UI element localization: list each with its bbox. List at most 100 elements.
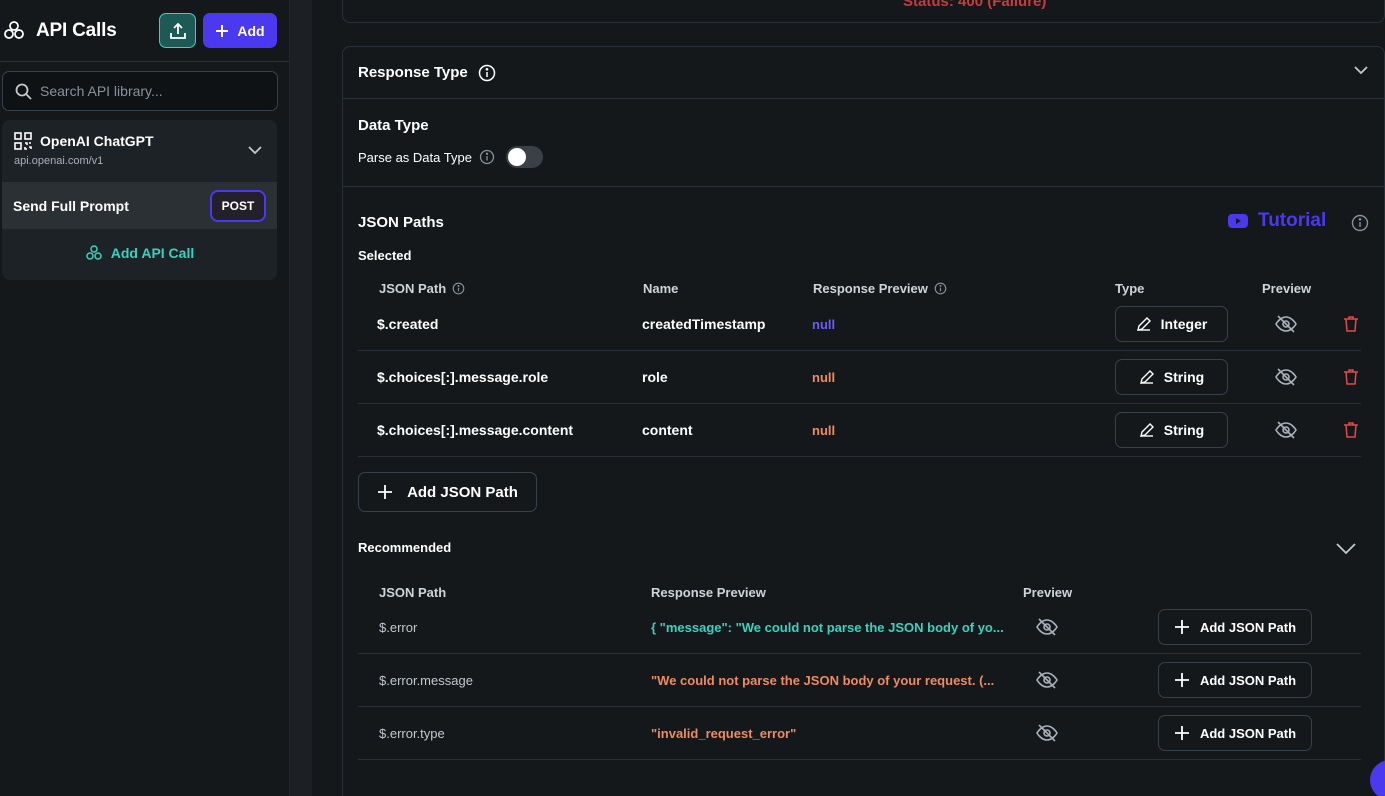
tutorial-label: Tutorial (1258, 210, 1327, 231)
rec-json-path: $.error (379, 620, 418, 635)
main-panel: Status: 400 (Failure) Response Type Data… (312, 0, 1385, 796)
panel-divider[interactable] (290, 0, 312, 796)
json-paths-title: JSON Paths (358, 214, 444, 231)
info-icon[interactable] (1351, 214, 1369, 237)
rec-header-json-path: JSON Path (379, 585, 447, 600)
selected-label: Selected (358, 248, 412, 263)
add-json-path-label: Add JSON Path (407, 483, 518, 501)
row-divider (358, 456, 1361, 457)
eye-off-icon[interactable] (1275, 420, 1297, 445)
add-api-call-label: Add API Call (110, 245, 195, 261)
type-label: Integer (1160, 316, 1208, 332)
add-json-path-label: Add JSON Path (1199, 672, 1297, 688)
data-type-section: Data Type Parse as Data Type (343, 99, 1384, 187)
add-api-call-icon (86, 245, 102, 260)
rec-response-preview: "We could not parse the JSON body of you… (651, 673, 995, 688)
sidebar-header: API Calls Add (0, 0, 289, 62)
response-panel: Response Type Data Type Parse as Data Ty… (342, 46, 1385, 796)
add-api-call-button[interactable]: Add API Call (2, 229, 277, 277)
row-divider (358, 759, 1361, 760)
chevron-down-icon[interactable] (1353, 62, 1369, 83)
upload-icon (169, 22, 186, 39)
plus-icon (378, 485, 393, 499)
api-library-header[interactable]: OpenAI ChatGPT api.openai.com/v1 (2, 120, 277, 182)
type-button[interactable]: String (1115, 412, 1228, 448)
add-json-path-button[interactable]: Add JSON Path (1158, 609, 1312, 645)
add-button[interactable]: Add (203, 13, 277, 48)
header-preview: Preview (1262, 281, 1312, 296)
eye-off-icon[interactable] (1036, 617, 1058, 642)
parse-as-data-type-toggle[interactable] (505, 146, 543, 168)
chevron-down-icon[interactable] (247, 142, 263, 163)
add-json-path-button[interactable]: Add JSON Path (358, 472, 537, 512)
add-json-path-label: Add JSON Path (1199, 619, 1297, 635)
plus-icon (216, 24, 229, 37)
response-status: Status: 400 (Failure) (903, 0, 1047, 10)
json-path-value: $.created (377, 316, 439, 332)
parse-as-data-type-label: Parse as Data Type (358, 149, 472, 165)
response-type-header[interactable]: Response Type (343, 47, 1384, 99)
rec-response-preview: "invalid_request_error" (651, 726, 797, 741)
method-badge: POST (210, 189, 266, 222)
api-library-name: OpenAI ChatGPT (40, 133, 154, 149)
rec-header-preview: Preview (1023, 585, 1073, 600)
type-button[interactable]: Integer (1115, 306, 1228, 342)
type-label: String (1163, 422, 1205, 438)
row-divider (358, 403, 1361, 404)
eye-off-icon[interactable] (1275, 314, 1297, 339)
sidebar-title: API Calls (36, 19, 117, 41)
json-path-value: $.choices[:].message.content (377, 422, 574, 438)
info-icon[interactable] (478, 64, 496, 82)
add-json-path-label: Add JSON Path (1199, 725, 1297, 741)
sidebar: API Calls Add OpenAI ChatGPT api.openai.… (0, 0, 290, 796)
api-library-group: OpenAI ChatGPT api.openai.com/v1 Send Fu… (2, 120, 277, 280)
add-json-path-button[interactable]: Add JSON Path (1158, 715, 1312, 751)
rec-header-response-preview: Response Preview (651, 585, 766, 600)
json-path-value: $.choices[:].message.role (377, 369, 549, 385)
json-path-preview: null (812, 370, 836, 385)
recommended-title: Recommended (358, 540, 452, 555)
type-button[interactable]: String (1115, 359, 1228, 395)
json-path-preview: null (812, 317, 836, 332)
chevron-down-icon[interactable] (1335, 540, 1357, 561)
header-name: Name (643, 281, 679, 296)
rec-json-path: $.error.type (379, 726, 445, 741)
pencil-icon (1136, 317, 1151, 331)
trash-icon[interactable] (1342, 421, 1360, 444)
eye-off-icon[interactable] (1036, 723, 1058, 748)
json-path-preview: null (812, 423, 836, 438)
info-icon[interactable] (479, 149, 495, 165)
export-button[interactable] (159, 13, 196, 48)
header-response-preview: Response Preview (813, 281, 947, 296)
json-path-name: content (642, 422, 693, 438)
add-json-path-button[interactable]: Add JSON Path (1158, 662, 1312, 698)
json-path-name: createdTimestamp (642, 316, 766, 332)
search-icon (15, 83, 32, 100)
api-library-url: api.openai.com/v1 (14, 155, 104, 167)
api-calls-logo-icon (2, 19, 26, 43)
status-box: Status: 400 (Failure) (342, 0, 1385, 23)
trash-icon[interactable] (1342, 368, 1360, 391)
json-path-name: role (642, 369, 668, 385)
row-divider (358, 653, 1361, 654)
search-field[interactable] (2, 71, 278, 111)
rec-response-preview: { "message": "We could not parse the JSO… (651, 620, 1004, 635)
plus-icon (1174, 726, 1189, 740)
trash-icon[interactable] (1342, 315, 1360, 338)
plus-icon (1174, 620, 1189, 634)
qr-grid-icon (14, 132, 32, 150)
api-call-item[interactable]: Send Full Prompt POST (2, 182, 277, 229)
row-divider (358, 350, 1361, 351)
search-input[interactable] (40, 83, 260, 99)
info-icon[interactable] (452, 282, 465, 295)
plus-icon (1174, 673, 1189, 687)
api-call-name: Send Full Prompt (13, 197, 129, 214)
response-type-title: Response Type (358, 64, 468, 81)
youtube-icon (1228, 214, 1248, 228)
tutorial-link[interactable]: Tutorial (1228, 210, 1326, 232)
header-json-path: JSON Path (379, 281, 465, 296)
eye-off-icon[interactable] (1275, 367, 1297, 392)
header-type: Type (1115, 281, 1145, 296)
info-icon[interactable] (934, 282, 947, 295)
eye-off-icon[interactable] (1036, 670, 1058, 695)
